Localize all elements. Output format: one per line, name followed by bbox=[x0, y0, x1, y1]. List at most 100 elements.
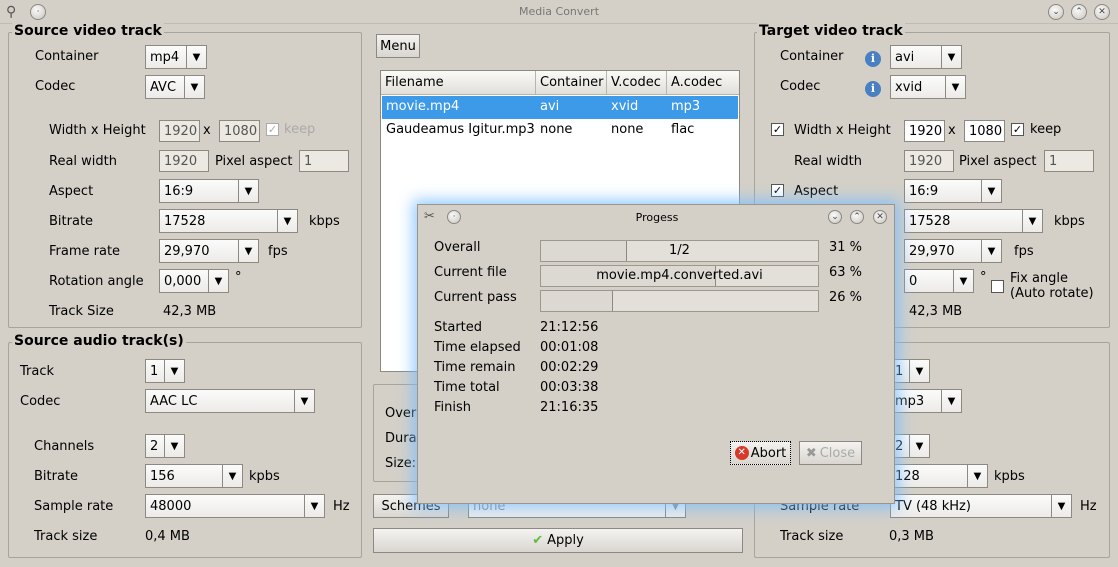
source-container-combo[interactable]: mp4 ▼ bbox=[145, 45, 207, 69]
target-width-field[interactable]: 1920 bbox=[904, 120, 945, 142]
chevron-down-icon: ▼ bbox=[953, 270, 973, 292]
apply-button[interactable]: ✔ Apply bbox=[373, 528, 743, 553]
target-rotation-combo[interactable]: 0 ▼ bbox=[904, 269, 974, 293]
target-audio-codec-value: mp3 bbox=[895, 393, 925, 409]
source-bitrate-combo[interactable]: 17528 ▼ bbox=[159, 209, 298, 233]
target-codec-value: xvid bbox=[895, 79, 923, 95]
table-cell: none bbox=[611, 122, 644, 137]
source-rotation-combo[interactable]: 0,000 ▼ bbox=[159, 269, 229, 293]
menu-button[interactable]: Menu bbox=[376, 34, 420, 58]
target-keep-checkbox[interactable]: ✓ bbox=[1011, 123, 1024, 136]
source-samplerate-combo[interactable]: 48000 ▼ bbox=[145, 494, 325, 518]
current-pass-label: Current pass bbox=[434, 290, 517, 305]
source-codec-combo[interactable]: AVC ▼ bbox=[145, 75, 205, 99]
source-aspect-combo[interactable]: 16:9 ▼ bbox=[159, 179, 259, 203]
source-rotation-unit: ° bbox=[235, 270, 242, 285]
target-aspect-checkbox[interactable]: ✓ bbox=[771, 184, 784, 197]
target-aspect-value: 16:9 bbox=[909, 183, 939, 199]
chevron-down-icon: ▼ bbox=[208, 270, 228, 292]
target-wh-checkbox[interactable]: ✓ bbox=[771, 123, 784, 136]
source-bitrate-value: 17528 bbox=[164, 213, 206, 229]
target-audio-codec-combo[interactable]: mp3 ▼ bbox=[890, 389, 962, 413]
elapsed-label: Time elapsed bbox=[434, 340, 521, 355]
table-cell: xvid bbox=[611, 99, 639, 114]
chevron-down-icon: ▼ bbox=[981, 240, 1001, 262]
target-channels-value: 2 bbox=[895, 438, 904, 454]
source-keep-label: keep bbox=[284, 122, 316, 137]
target-aspect-combo[interactable]: 16:9 ▼ bbox=[904, 179, 1002, 203]
target-bitrate-combo[interactable]: 17528 ▼ bbox=[904, 209, 1043, 233]
chevron-down-icon: ▼ bbox=[1022, 210, 1042, 232]
target-rotation-unit: ° bbox=[980, 270, 987, 285]
target-audio-track-combo[interactable]: 1 ▼ bbox=[890, 359, 930, 383]
target-video-title: Target video track bbox=[757, 23, 905, 39]
source-audio-track-combo[interactable]: 1 ▼ bbox=[145, 359, 185, 383]
dialog-close-button[interactable]: ✕ bbox=[873, 210, 887, 224]
table-cell: Gaudeamus Igitur.mp3 bbox=[386, 122, 535, 137]
source-codec-label: Codec bbox=[35, 79, 76, 94]
source-audio-bitrate-combo[interactable]: 156 ▼ bbox=[145, 464, 243, 488]
table-row[interactable]: Gaudeamus Igitur.mp3 none none flac bbox=[382, 119, 738, 142]
target-height-field[interactable]: 1080 bbox=[964, 120, 1005, 142]
target-x-sep: x bbox=[948, 123, 956, 138]
column-header-acodec[interactable]: A.codec bbox=[667, 71, 739, 95]
source-framerate-combo[interactable]: 29,970 ▼ bbox=[159, 239, 259, 263]
source-x-sep: x bbox=[203, 123, 211, 138]
info-duration-label: Dura bbox=[385, 431, 417, 446]
window-close-button[interactable]: ✕ bbox=[1094, 4, 1110, 20]
fix-angle-label: Fix angle bbox=[1010, 271, 1069, 286]
abort-button[interactable]: ✕ Abort bbox=[730, 441, 791, 465]
source-audio-codec-combo[interactable]: AAC LC ▼ bbox=[145, 389, 315, 413]
target-audio-bitrate-combo[interactable]: 128 ▼ bbox=[890, 464, 988, 488]
target-audio-tracksize-label: Track size bbox=[780, 529, 844, 544]
source-audio-track-label: Track bbox=[20, 364, 55, 379]
target-audio-bitrate-value: 128 bbox=[895, 468, 920, 484]
apply-label: Apply bbox=[547, 533, 584, 548]
source-realwidth-field: 1920 bbox=[159, 150, 209, 172]
window-title: Media Convert bbox=[518, 5, 600, 18]
dialog-title: Progess bbox=[635, 211, 679, 224]
current-pass-percent: 26 % bbox=[829, 290, 863, 305]
fix-angle-checkbox[interactable] bbox=[991, 280, 1004, 293]
window-maximize-button[interactable]: ⌃ bbox=[1071, 4, 1087, 20]
source-height-field: 1080 bbox=[219, 120, 260, 142]
table-cell: flac bbox=[671, 122, 695, 137]
chevron-down-icon: ▼ bbox=[909, 435, 929, 457]
fix-angle-sublabel: (Auto rotate) bbox=[1010, 286, 1094, 301]
target-container-combo[interactable]: avi ▼ bbox=[890, 45, 962, 69]
chevron-down-icon: ▼ bbox=[941, 390, 961, 412]
column-header-container[interactable]: Container bbox=[536, 71, 607, 95]
target-framerate-combo[interactable]: 29,970 ▼ bbox=[904, 239, 1002, 263]
target-bitrate-value: 17528 bbox=[909, 213, 951, 229]
window-minimize-button[interactable]: ⌄ bbox=[1048, 4, 1064, 20]
current-file-percent: 63 % bbox=[829, 265, 863, 280]
source-audio-codec-value: AAC LC bbox=[150, 393, 198, 409]
target-bitrate-unit: kbps bbox=[1054, 214, 1085, 229]
target-aspect-label: Aspect bbox=[794, 184, 839, 199]
column-header-filename[interactable]: Filename bbox=[381, 71, 536, 95]
target-samplerate-combo[interactable]: TV (48 kHz) ▼ bbox=[890, 494, 1072, 518]
elapsed-value: 00:01:08 bbox=[540, 340, 599, 355]
chevron-down-icon: ▼ bbox=[909, 360, 929, 382]
target-channels-combo[interactable]: 2 ▼ bbox=[890, 434, 930, 458]
info-size-label: Size: bbox=[385, 456, 417, 471]
table-row[interactable]: movie.mp4 avi xvid mp3 bbox=[382, 96, 738, 119]
table-cell: mp3 bbox=[671, 99, 701, 114]
target-codec-combo[interactable]: xvid ▼ bbox=[890, 75, 966, 99]
info-icon[interactable]: i bbox=[865, 81, 881, 97]
source-audio-tracksize-value: 0,4 MB bbox=[145, 529, 190, 544]
column-header-vcodec[interactable]: V.codec bbox=[607, 71, 667, 95]
source-audio-bitrate-value: 156 bbox=[150, 468, 175, 484]
dialog-maximize-button[interactable]: ⌃ bbox=[850, 210, 864, 224]
overall-label: Overall bbox=[434, 240, 481, 255]
chevron-down-icon: ▼ bbox=[222, 465, 242, 487]
target-wh-label: Width x Height bbox=[794, 123, 891, 138]
close-label: Close bbox=[819, 445, 856, 461]
overall-progress-bar: 1/2 bbox=[540, 240, 819, 262]
chevron-down-icon: ▼ bbox=[186, 46, 206, 68]
info-icon[interactable]: i bbox=[865, 51, 881, 67]
dialog-minimize-button[interactable]: ⌄ bbox=[828, 210, 842, 224]
source-container-label: Container bbox=[35, 49, 99, 64]
source-channels-combo[interactable]: 2 ▼ bbox=[145, 434, 185, 458]
source-aspect-label: Aspect bbox=[49, 184, 94, 199]
